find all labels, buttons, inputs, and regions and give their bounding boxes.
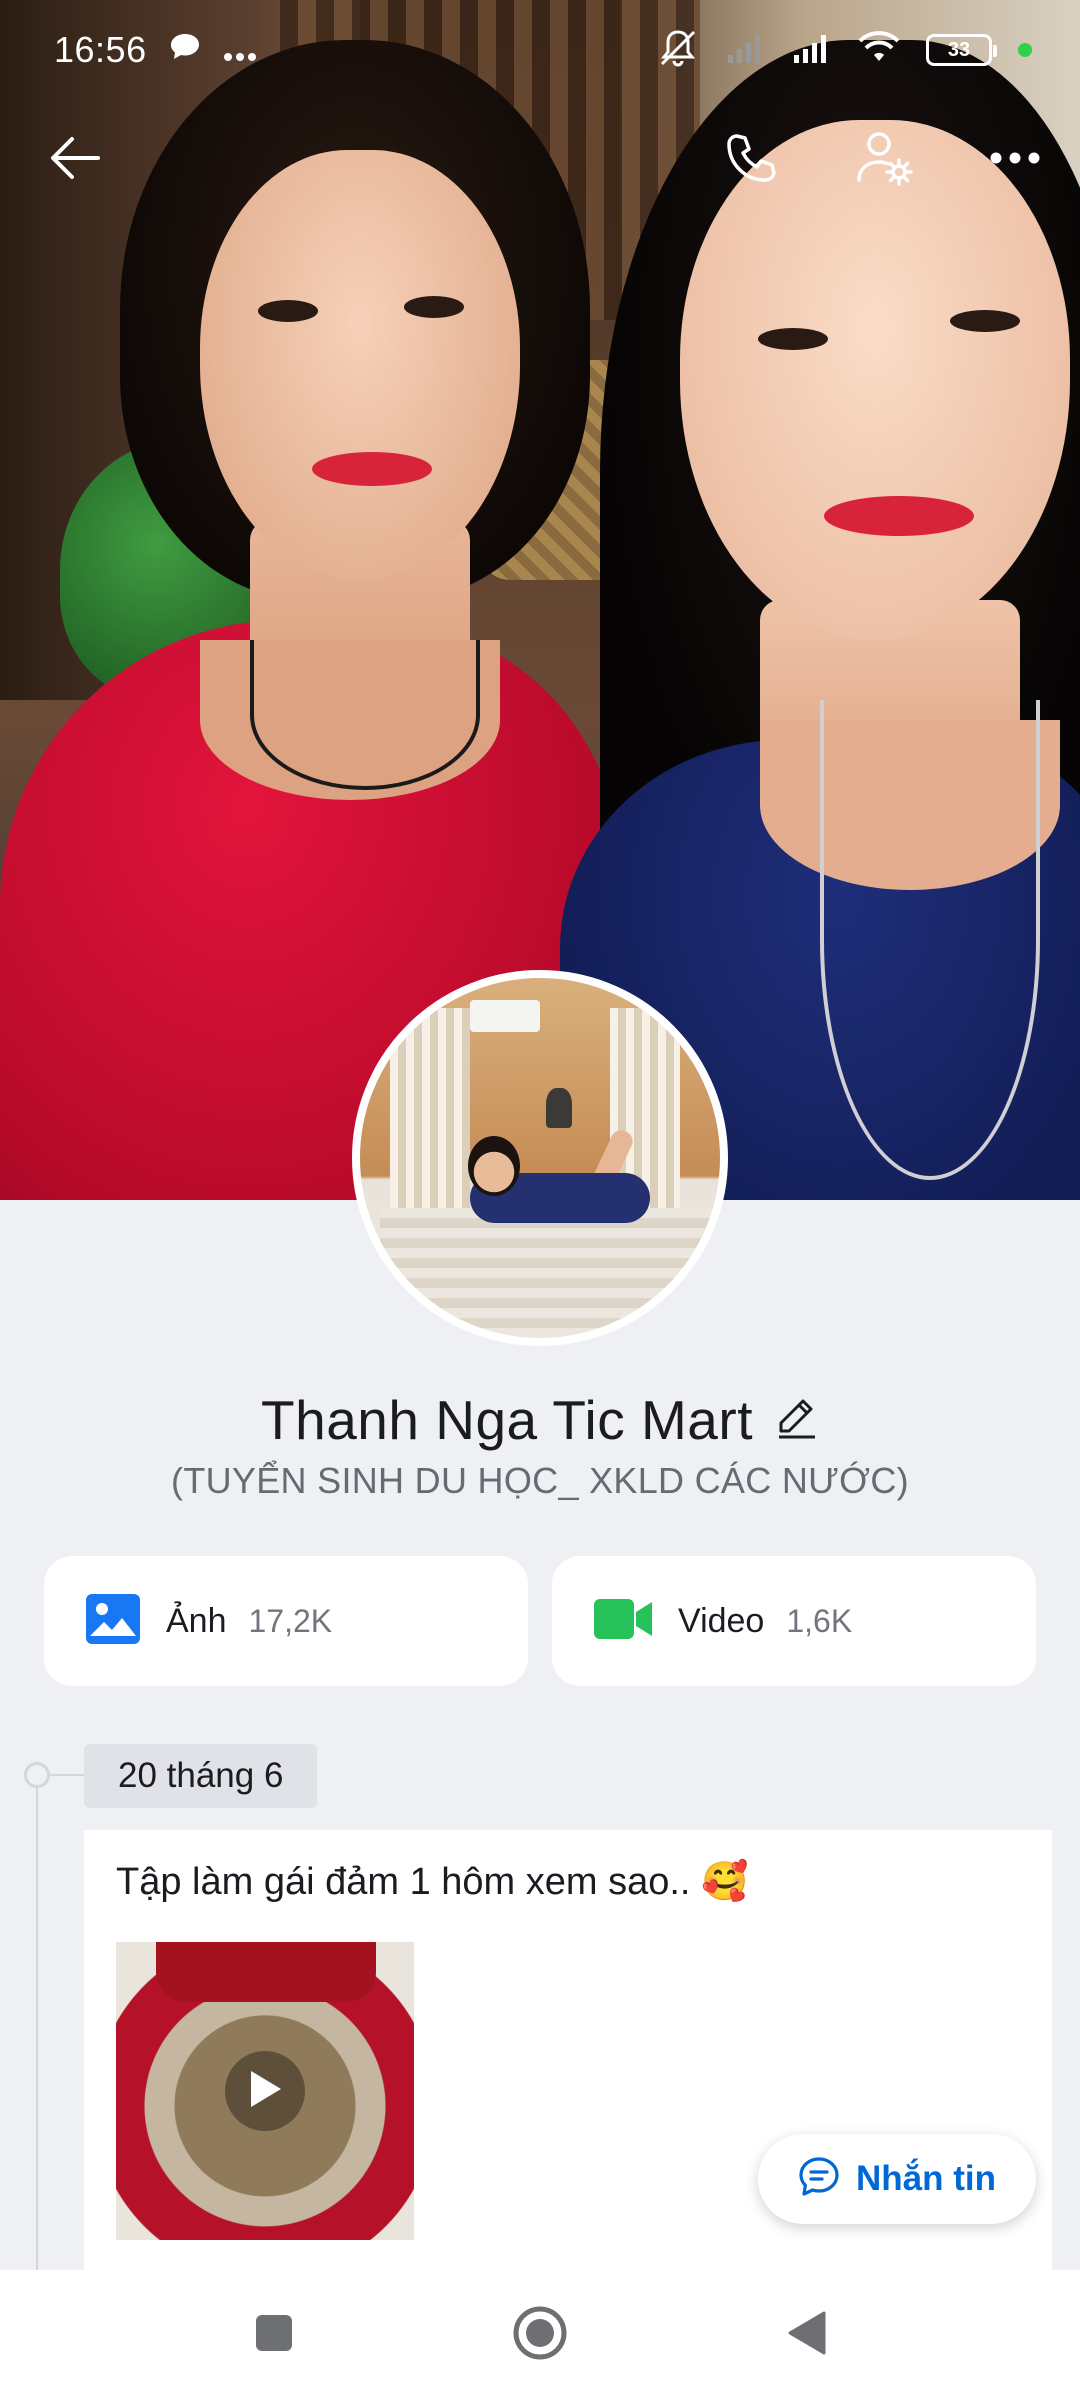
photos-card[interactable]: Ảnh 17,2K (44, 1556, 528, 1686)
message-button[interactable]: Nhắn tin (758, 2134, 1036, 2224)
videos-label: Video (678, 1601, 765, 1640)
privacy-indicator-dot (1018, 43, 1032, 57)
image-icon (86, 1593, 140, 1649)
phone-icon (723, 130, 779, 191)
timeline-connector (50, 1774, 84, 1776)
triangle-back-icon (786, 2309, 826, 2362)
system-nav-bar (0, 2270, 1080, 2400)
chat-bubble-icon (169, 29, 201, 71)
pencil-icon (777, 1397, 817, 1444)
more-horizontal-icon (990, 151, 1040, 169)
photos-label: Ảnh (166, 1601, 227, 1640)
home-button[interactable] (505, 2300, 575, 2370)
profile-name-row: Thanh Nga Tic Mart (0, 1385, 1080, 1455)
chat-icon (798, 2156, 840, 2203)
post-video-thumbnail[interactable] (116, 1942, 414, 2240)
back-nav-button[interactable] (771, 2300, 841, 2370)
mute-icon (656, 28, 700, 73)
profile-name: Thanh Nga Tic Mart (261, 1389, 753, 1451)
home-circle-icon (512, 2305, 568, 2366)
call-button[interactable] (706, 115, 796, 205)
timeline-line (36, 1775, 38, 2275)
battery-icon: 33 (926, 34, 997, 66)
edit-name-button[interactable] (775, 1398, 819, 1442)
wifi-icon (858, 30, 900, 70)
play-button[interactable] (225, 2051, 305, 2131)
video-camera-icon (594, 1597, 652, 1646)
square-icon (254, 2313, 294, 2358)
signal-icon (792, 31, 832, 70)
profile-settings-button[interactable] (840, 115, 930, 205)
message-button-label: Nhắn tin (856, 2159, 996, 2198)
photos-count: 17,2K (248, 1602, 333, 1639)
timeline-date: 20 tháng 6 (84, 1744, 318, 1808)
signal-icon (726, 31, 766, 70)
recents-button[interactable] (239, 2300, 309, 2370)
profile-tagline: (TUYỂN SINH DU HỌC_ XKLD CÁC NƯỚC) (171, 1460, 909, 1501)
profile-avatar[interactable] (352, 970, 728, 1346)
back-button[interactable] (30, 115, 120, 205)
videos-count: 1,6K (786, 1602, 853, 1639)
play-icon (247, 2069, 283, 2114)
profile-settings-icon (855, 128, 915, 193)
status-bar: 16:56 33 (0, 0, 1080, 100)
back-arrow-icon (48, 135, 102, 186)
more-dots-icon (223, 29, 257, 71)
post-text: Tập làm gái đảm 1 hôm xem sao.. 🥰 (116, 1861, 749, 1903)
videos-card[interactable]: Video 1,6K (552, 1556, 1036, 1686)
more-options-button[interactable] (970, 115, 1060, 205)
timeline-dot (24, 1762, 50, 1788)
status-time: 16:56 (54, 29, 147, 70)
